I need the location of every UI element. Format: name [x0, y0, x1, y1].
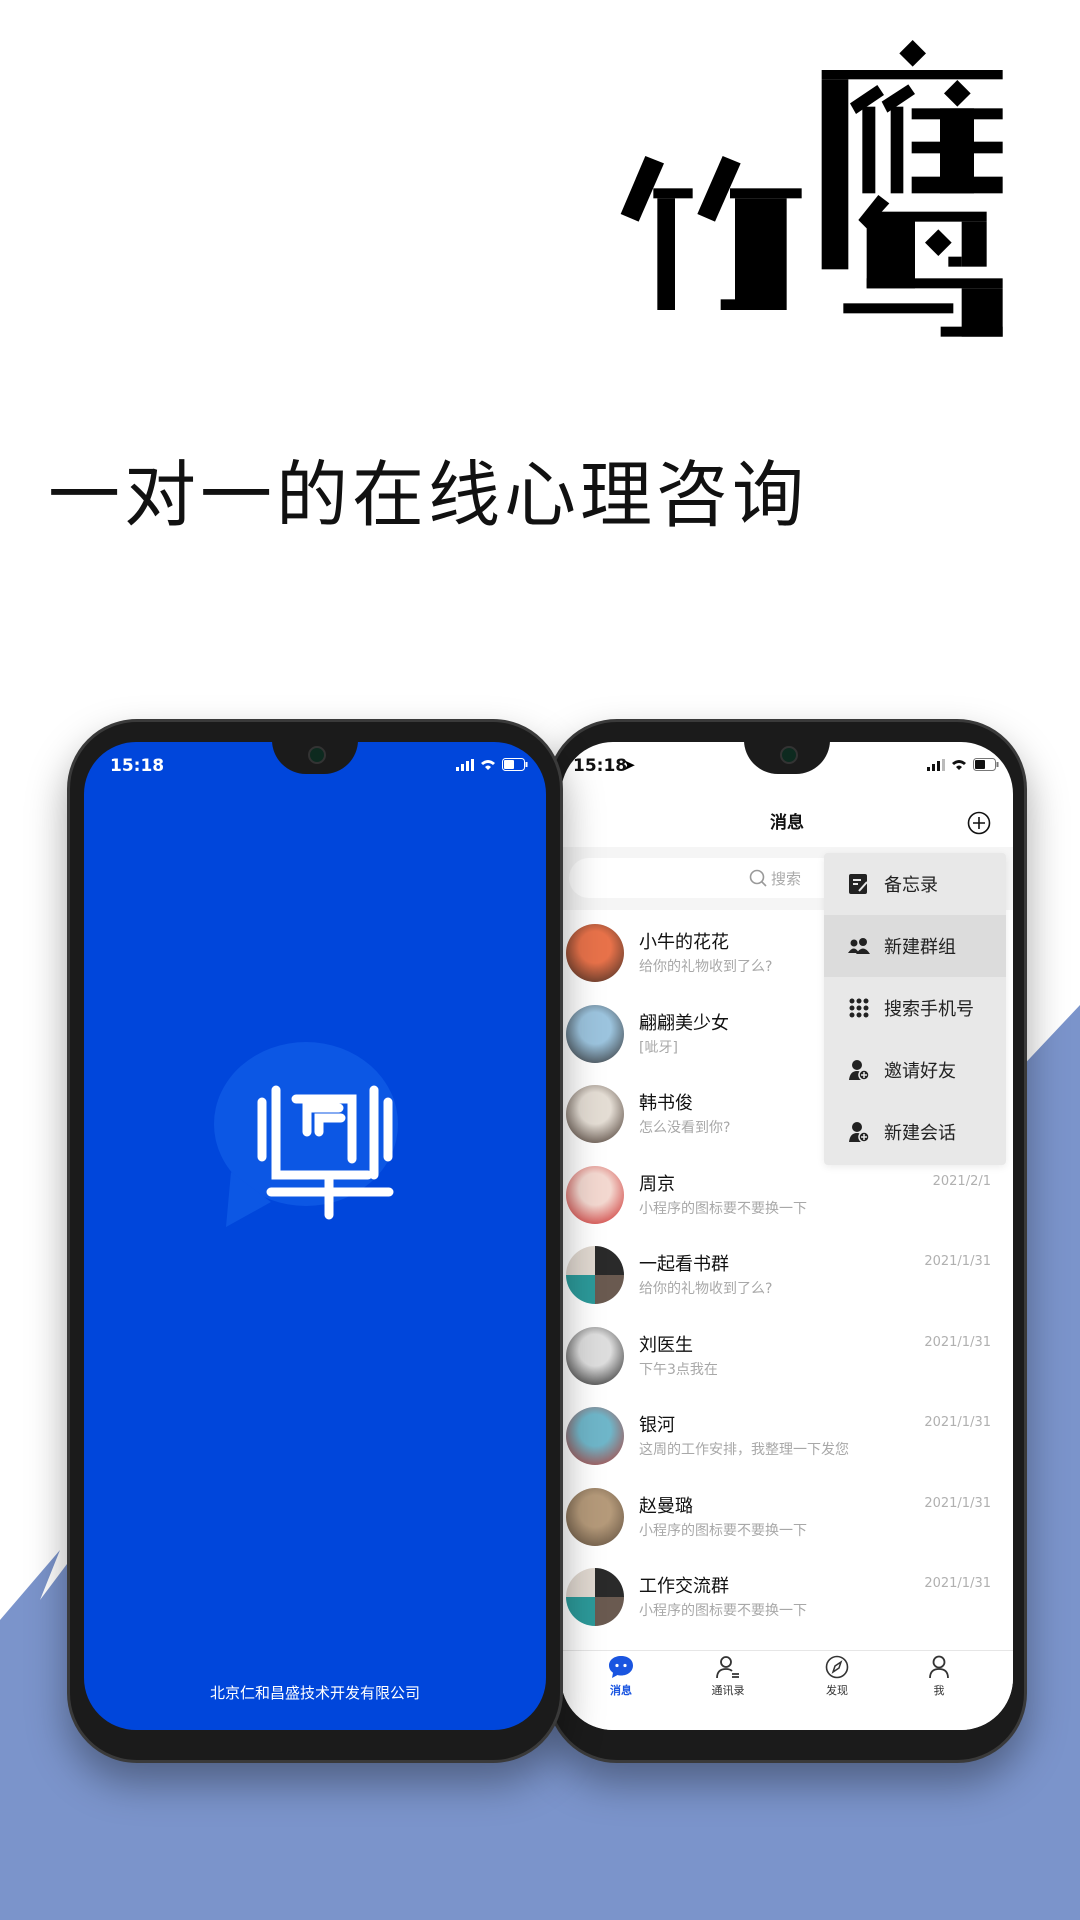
signal-icon	[456, 758, 474, 771]
conversation-name: 银河	[639, 1415, 675, 1436]
wifi-icon	[481, 759, 495, 770]
conversation-preview: 下午3点我在	[639, 1361, 718, 1378]
camera-notch	[744, 742, 830, 774]
tab-label: 通讯录	[711, 1684, 745, 1697]
menu-item-search-phone[interactable]: 搜索手机号	[824, 977, 1006, 1039]
conversation-preview: [呲牙]	[639, 1039, 678, 1056]
battery-icon	[973, 758, 999, 771]
conversation-name: 韩书俊	[639, 1093, 693, 1114]
tab-me[interactable]: 我	[899, 1655, 979, 1697]
status-icons	[927, 758, 999, 771]
tab-discover[interactable]: 发现	[797, 1655, 877, 1697]
conversation-row[interactable]: 刘医生下午3点我在 2021/1/31	[561, 1323, 1013, 1403]
conversation-name: 周京	[639, 1173, 675, 1195]
avatar	[566, 1568, 624, 1626]
conversation-date: 2021/1/31	[924, 1334, 991, 1350]
conversation-date: 2021/1/31	[924, 1415, 991, 1430]
conversation-date: 2021/2/1	[932, 1173, 991, 1189]
conversation-row[interactable]: 工作交流群小程序的图标要不要换一下 2021/1/31	[561, 1564, 1013, 1644]
tab-contacts[interactable]: 通讯录	[688, 1655, 768, 1697]
conversation-name: 工作交流群	[639, 1576, 729, 1597]
tab-messages[interactable]: 消息	[581, 1655, 661, 1697]
chat-bubble-icon	[609, 1656, 633, 1678]
contacts-icon	[716, 1656, 739, 1679]
avatar	[566, 924, 624, 982]
conversation-preview: 小程序的图标要不要换一下	[639, 1200, 807, 1217]
tab-bar: 消息 通讯录 发现 我	[561, 1650, 1013, 1730]
compass-icon	[825, 1655, 849, 1679]
user-icon	[929, 1655, 949, 1679]
menu-item-label: 新建群组	[884, 937, 956, 958]
menu-item-label: 备忘录	[884, 875, 938, 896]
tab-label: 发现	[826, 1684, 848, 1697]
add-user-icon	[849, 1060, 870, 1081]
brand-logo	[620, 40, 1003, 337]
camera-notch	[272, 742, 358, 774]
dialpad-icon	[849, 998, 869, 1018]
conversation-name: 小牛的花花	[639, 932, 729, 953]
menu-item-label: 邀请好友	[884, 1061, 956, 1082]
phone-chat: 15:18 ➤ 消息 搜索 小牛的花花给你的礼物收到了么? 翩翩美少女 [呲牙] 韩书…	[547, 719, 1027, 1763]
menu-item-memo[interactable]: 备忘录	[824, 853, 1006, 915]
menu-item-label: 新建会话	[884, 1123, 956, 1144]
conversation-name: 翩翩美少女	[639, 1012, 729, 1034]
add-menu: 备忘录 新建群组 搜索手机号 邀请好友 新建会话	[824, 853, 1006, 1165]
status-icons	[456, 758, 528, 771]
avatar	[566, 1085, 624, 1143]
conversation-preview: 这周的工作安排，我整理一下发您	[639, 1442, 849, 1458]
headline: 一对一的在线心理咨询	[48, 453, 809, 537]
memo-icon	[849, 874, 868, 894]
avatar	[566, 1165, 624, 1224]
conversation-row[interactable]: 周京小程序的图标要不要换一下 2021/2/1	[561, 1162, 1013, 1242]
avatar	[566, 1407, 624, 1465]
conversation-preview: 给你的礼物收到了么?	[639, 959, 773, 975]
battery-icon	[502, 758, 528, 771]
conversation-name: 一起看书群	[639, 1254, 729, 1275]
conversation-preview: 怎么没看到你?	[639, 1120, 731, 1136]
menu-item-new-group[interactable]: 新建群组	[824, 915, 1006, 977]
conversation-date: 2021/1/31	[924, 1254, 991, 1269]
conversation-date: 2021/1/31	[924, 1576, 991, 1591]
conversation-preview: 给你的礼物收到了么?	[639, 1281, 773, 1297]
avatar	[566, 1004, 624, 1063]
location-arrow-icon: ➤	[623, 756, 636, 774]
avatar	[566, 1246, 624, 1304]
wifi-icon	[952, 759, 966, 770]
chat-screen: 15:18 ➤ 消息 搜索 小牛的花花给你的礼物收到了么? 翩翩美少女 [呲牙] 韩书…	[561, 742, 1013, 1730]
conversation-preview: 小程序的图标要不要换一下	[639, 1603, 807, 1619]
menu-item-invite-friend[interactable]: 邀请好友	[824, 1039, 1006, 1101]
conversation-row[interactable]: 银河这周的工作安排，我整理一下发您 2021/1/31	[561, 1403, 1013, 1483]
add-user-icon	[849, 1122, 870, 1143]
menu-item-new-chat[interactable]: 新建会话	[824, 1101, 1006, 1163]
company-name: 北京仁和昌盛技术开发有限公司	[209, 1684, 420, 1702]
group-icon	[848, 938, 870, 954]
splash-screen: 15:18 北京仁和昌盛技术开发有限公司	[84, 742, 546, 1730]
page-title: 消息	[770, 813, 804, 833]
tab-label: 我	[933, 1684, 945, 1697]
conversation-row[interactable]: 一起看书群给你的礼物收到了么? 2021/1/31	[561, 1242, 1013, 1322]
search-icon	[749, 869, 767, 887]
add-button[interactable]	[967, 811, 991, 835]
avatar	[566, 1326, 624, 1385]
tab-label: 消息	[610, 1684, 632, 1697]
conversation-preview: 小程序的图标要不要换一下	[639, 1522, 807, 1539]
signal-icon	[927, 758, 945, 771]
chat-bubble-logo-icon	[214, 1042, 398, 1227]
conversation-name: 赵曼璐	[639, 1495, 693, 1517]
status-time: 15:18	[110, 756, 165, 776]
search-placeholder: 搜索	[771, 870, 802, 888]
conversation-row[interactable]: 赵曼璐小程序的图标要不要换一下 2021/1/31	[561, 1484, 1013, 1564]
conversation-name: 刘医生	[639, 1334, 693, 1356]
phone-splash: 15:18 北京仁和昌盛技术开发有限公司	[67, 719, 563, 1763]
menu-item-label: 搜索手机号	[884, 999, 974, 1020]
conversation-date: 2021/1/31	[924, 1495, 991, 1511]
status-time: 15:18	[573, 756, 628, 776]
avatar	[566, 1487, 624, 1546]
